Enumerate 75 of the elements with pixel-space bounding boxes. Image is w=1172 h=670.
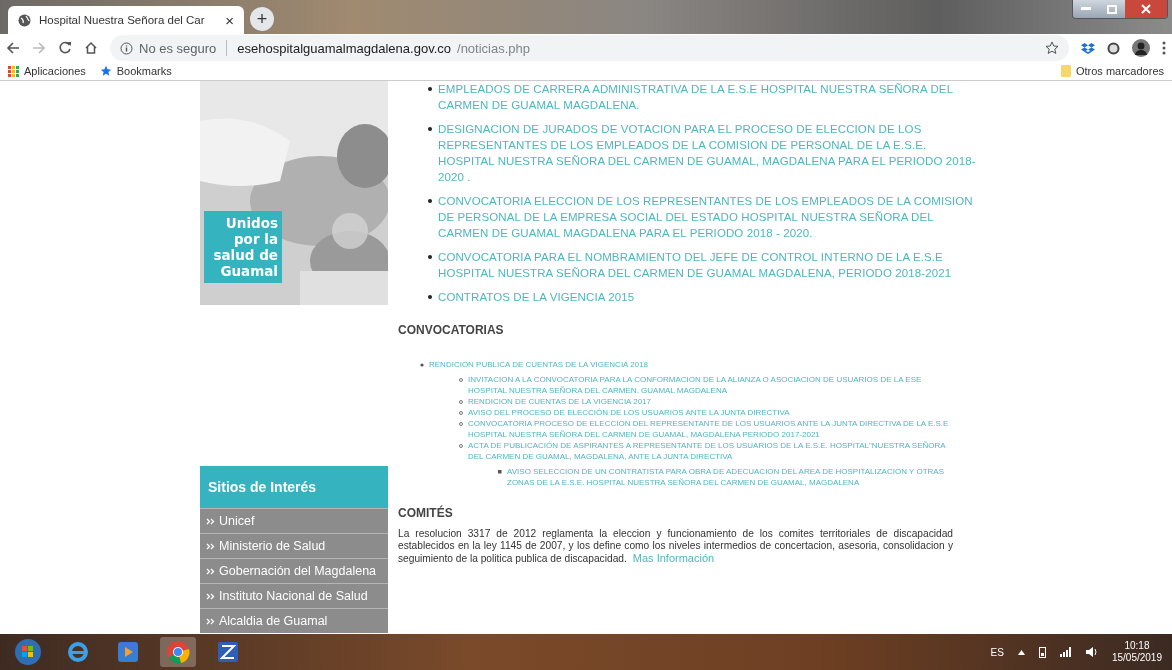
globe-icon [18,13,31,27]
bullet-icon [459,421,463,426]
address-bar[interactable]: No es seguro esehospitalguamalmagdalena.gov.co /noticias.php [110,35,1069,61]
banner-text: Unidos por la salud de Guamal [204,211,282,283]
folder-icon [1060,65,1071,77]
home-icon[interactable] [84,41,98,55]
news-link[interactable]: CONVOCATORIA PARA EL NOMBRAMIENTO DEL JEFE DE CONTROL INTERNO DE LA E.S.E HOSPITAL NUESTRA SEÑORA DEL CARMEN DE GUAMAL MAGDALENA, PERIODO 2018-2021 [438,249,976,281]
bullet-icon [459,410,463,415]
close-button[interactable] [1125,0,1167,18]
sidebar-link[interactable]: Instituto Nacional de Salud [200,583,388,608]
url-domain: esehospitalguamalmagdalena.gov.co [237,40,451,56]
sidebar-link[interactable]: Alcaldia de Guamal [200,608,388,633]
paragraph: La resolucion 3317 de 2012 reglamenta la eleccion y funcionamiento de los comites territoriales de discapacidad establecidos en la ley 1145 de 2007, y los define como los niveles intermedios de concertacion, asesoria, consolidacion y seguimiento de la politica publica de discapacidad. Mas Información [398,528,953,565]
announcement-link[interactable]: RENDICION DE CUENTAS DE LA VIGENCIA 2017 [468,396,955,407]
reload-icon[interactable] [58,41,72,55]
volume-icon[interactable] [1085,647,1098,657]
announcement-link[interactable]: AVISO SELECCION DE UN CONTRATISTA PARA OBRA DE ADECUACION DEL AREA DE HOSPITALIZACION Y OTRAS ZONAS DE LA E.S.E. HOSPITAL NUESTRA SEÑORA DEL CARMEN DE GUAMAL, MAGDALENA [507,466,955,488]
sites-heading: Sitios de Interés [200,466,388,508]
avatar-icon[interactable] [1132,39,1150,57]
bullet-icon [459,377,463,382]
close-icon[interactable]: × [225,11,234,29]
announcement-link[interactable]: CONVOCATORIA PROCESO DE ELECCION DEL REPRESENTANTE DE LOS USUARIOS ANTE LA JUNTA DIRECTIVA DE LA E.S.E HOSPITAL NUESTRA SEÑORA DEL CARMEN DE GUAMAL, MAGDALENA PERIODO 2017-2021 [468,418,955,440]
bullet-icon [428,87,432,91]
news-link[interactable]: DESIGNACION DE JURADOS DE VOTACION PARA EL PROCESO DE ELECCION DE LOS REPRESENTANTES DE LOS EMPLEADOS DE LA COMISION DE PERSONAL DE LA E.S.E. HOSPITAL NUESTRA SEÑORA DEL CARMEN DE GUAMAL, MAGDALENA PARA EL PERIODO 2018-2020 . [438,121,976,185]
apps-icon [8,65,19,77]
chrome-taskbar-icon[interactable] [160,637,196,667]
chevrons-icon [206,617,215,625]
section-heading: COMITÉS [398,506,454,520]
news-link[interactable]: CONTRATOS DE LA VIGENCIA 2015 [438,289,976,305]
clock[interactable]: 10:18 15/05/2019 [1111,640,1162,664]
chevrons-icon [206,567,215,575]
signal-icon[interactable] [1059,647,1072,657]
tab-title: Hospital Nuestra Señora del Car [39,14,206,26]
sidebar-link[interactable]: Unicef [200,508,388,533]
other-bookmarks[interactable]: Otros marcadores [1060,65,1164,77]
bullet-icon [498,469,502,474]
close-icon [1141,4,1151,14]
chevrons-icon [206,517,215,525]
announcement-link[interactable]: RENDICION PUBLICA DE CUENTAS DE LA VIGENCIA 2018 [429,359,955,370]
minimize-icon [1081,7,1091,11]
sidebar-link[interactable]: Ministerio de Salud [200,533,388,558]
security-label: No es seguro [139,40,217,56]
bullet-icon [428,199,432,203]
announcement-link[interactable]: ACTA DE PUBLICACIÓN DE ASPIRANTES A REPRESENTANTE DE LOS USUARIOS DE LA E.S.E. HOSPITAL"NUESTRA SEÑORA DEL CARMEN DE GUAMAL, MAGDALENA, ANTE LA JUNTA DIRECTIVA [468,440,955,462]
chevrons-icon [206,542,215,550]
bullet-icon [420,362,424,367]
bookmark-item[interactable]: Aplicaciones [8,65,86,77]
bullet-icon [428,255,432,259]
star-icon [99,65,112,77]
browser-tab[interactable]: Hospital Nuestra Señora del Car × [8,6,244,34]
maximize-icon [1107,4,1117,14]
section-heading: CONVOCATORIAS [398,323,505,337]
caret-icon[interactable] [1017,649,1025,655]
extension-icon[interactable] [1081,41,1095,55]
announcement-link[interactable]: INVITACION A LA CONVOCATORIA PARA LA CONFORMACION DE LA ALIANZA O ASOCIACION DE USUARIOS DE LA ESE HOSPITAL NUESTRA SEÑORA DEL CARMEN. GUAMAL MAGDALENA [468,374,955,396]
back-icon[interactable] [6,41,20,55]
bullet-icon [428,295,432,299]
news-link[interactable]: CONVOCATORIA ELECCION DE LOS REPRESENTANTES DE LOS EMPLEADOS DE LA COMISION DE PERSONAL DE LA EMPRESA SOCIAL DEL ESTADO HOSPITAL NUESTRA SEÑORA DEL CARMEN DE GUAMAL MAGDALENA PARA EL PERIODO 2018 - 2020. [438,193,976,241]
bullet-icon [459,443,463,448]
extension-icon[interactable] [1107,41,1120,55]
chevrons-icon [206,592,215,600]
new-tab-button[interactable]: + [250,7,274,31]
star-icon[interactable] [1045,41,1059,55]
announcement-link[interactable]: AVISO DEL PROCESO DE ELECCIÓN DE LOS USUARIOS ANTE LA JUNTA DIRECTIVA [468,407,955,418]
more-link[interactable]: Mas Información [632,552,715,564]
info-icon [120,41,133,55]
url-path: /noticias.php [457,40,530,56]
menu-icon[interactable] [1162,41,1166,55]
bookmark-item[interactable]: Bookmarks [99,65,172,77]
bullet-icon [428,127,432,131]
language-indicator[interactable]: ES [990,646,1004,658]
news-link[interactable]: EMPLEADOS DE CARRERA ADMINISTRATIVA DE LA E.S.E HOSPITAL NUESTRA SEÑORA DEL CARMEN DE GUAMAL MAGDALENA. [438,81,976,113]
bullet-icon [459,399,463,404]
sidebar-link[interactable]: Gobernación del Magdalena [200,558,388,583]
battery-icon[interactable] [1038,646,1046,658]
